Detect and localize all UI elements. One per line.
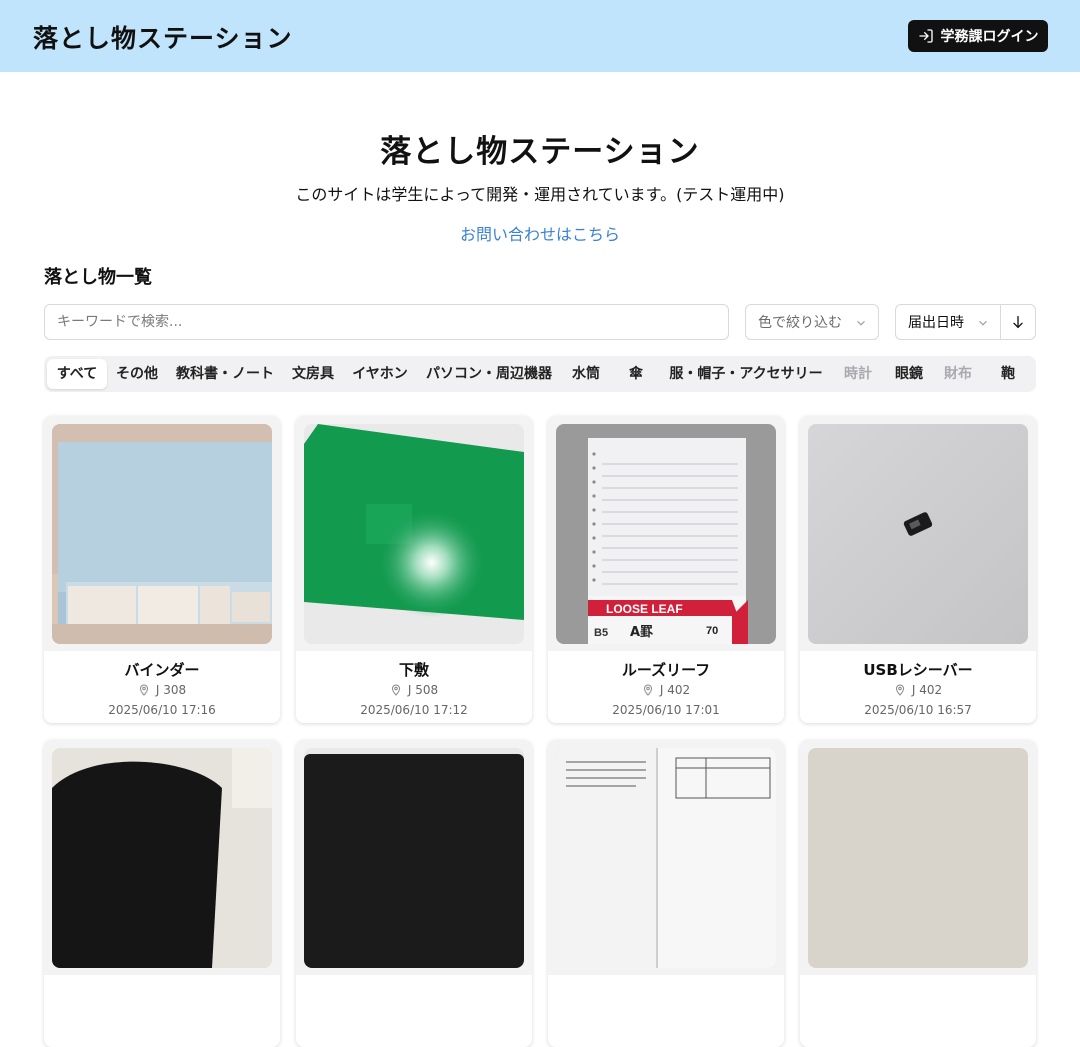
item-name: USBレシーバー <box>863 661 973 679</box>
item-photo-binder <box>52 424 272 644</box>
tab-water-bottle[interactable]: 水筒 <box>561 359 611 389</box>
looseleaf-size-text: B5 <box>594 627 608 639</box>
top-bar: 落とし物ステーション 学務課ログイン <box>0 0 1080 72</box>
item-photo-black-case <box>304 748 524 968</box>
tab-glasses[interactable]: 眼鏡 <box>885 359 933 389</box>
item-location: J 402 <box>911 683 943 697</box>
item-card[interactable]: バインダー J 308 2025/06/10 17:16 <box>44 416 280 723</box>
tab-earphones[interactable]: イヤホン <box>343 359 417 389</box>
tab-bag[interactable]: 鞄 <box>983 359 1033 389</box>
tab-other[interactable]: その他 <box>107 359 167 389</box>
tab-wallet[interactable]: 財布 <box>933 359 983 389</box>
item-name: 下敷 <box>398 661 429 679</box>
page-title: 落とし物ステーション <box>380 134 700 170</box>
item-card[interactable] <box>44 740 280 1047</box>
item-photo-documents <box>556 748 776 968</box>
list-title: 落とし物一覧 <box>44 267 152 288</box>
looseleaf-rule-text: A罫 <box>630 625 653 640</box>
staff-login-button[interactable]: 学務課ログイン <box>908 20 1048 52</box>
item-card[interactable]: USBレシーバー J 402 2025/06/10 16:57 <box>800 416 1036 723</box>
page-subtitle: このサイトは学生によって開発・運用されています。(テスト運用中) <box>295 185 785 204</box>
tab-watch[interactable]: 時計 <box>831 359 885 389</box>
tab-clothing-accessories[interactable]: 服・帽子・アクセサリー <box>661 359 831 389</box>
map-pin-icon <box>139 684 148 696</box>
item-name: ルーズリーフ <box>621 661 711 679</box>
item-photo-usb-receiver <box>808 424 1028 644</box>
item-card[interactable] <box>800 740 1036 1047</box>
item-photo-beige-item <box>808 748 1028 968</box>
item-card[interactable] <box>548 740 784 1047</box>
arrow-down-icon <box>1013 316 1023 329</box>
login-icon <box>918 29 933 43</box>
chevron-down-icon <box>979 320 987 326</box>
item-date: 2025/06/10 17:12 <box>360 703 468 717</box>
map-pin-icon <box>895 684 904 696</box>
color-filter-select[interactable]: 色で絞り込む <box>745 304 879 340</box>
item-photo-black-cloth <box>52 748 272 968</box>
item-date: 2025/06/10 17:16 <box>108 703 216 717</box>
contact-link[interactable]: お問い合わせはこちら <box>0 221 1080 245</box>
tab-stationery[interactable]: 文房具 <box>283 359 343 389</box>
looseleaf-brand-text: LOOSE LEAF <box>606 602 683 616</box>
site-brand[interactable]: 落とし物ステーション <box>33 19 293 55</box>
item-location: J 402 <box>659 683 691 697</box>
sort-direction-button[interactable] <box>1000 304 1036 340</box>
item-photo-looseleaf: LOOSE LEAF B5 A罫 70 <box>556 424 776 644</box>
map-pin-icon <box>391 684 400 696</box>
item-date: 2025/06/10 16:57 <box>864 703 972 717</box>
category-tabs: すべて その他 教科書・ノート 文房具 イヤホン パソコン・周辺機器 水筒 傘 … <box>44 356 1036 392</box>
item-date: 2025/06/10 17:01 <box>612 703 720 717</box>
tab-pc-peripherals[interactable]: パソコン・周辺機器 <box>417 359 561 389</box>
item-location: J 308 <box>155 683 187 697</box>
tab-all[interactable]: すべて <box>47 359 107 389</box>
search-input[interactable] <box>44 304 729 340</box>
staff-login-label: 学務課ログイン <box>940 29 1039 45</box>
tab-textbooks-notes[interactable]: 教科書・ノート <box>167 359 283 389</box>
item-card[interactable]: LOOSE LEAF B5 A罫 70 ルーズリーフ J 402 2025/06… <box>548 416 784 723</box>
sort-label: 届出日時 <box>908 315 964 331</box>
chevron-down-icon <box>857 320 865 326</box>
item-name: バインダー <box>124 661 200 679</box>
looseleaf-count-text: 70 <box>706 625 718 637</box>
item-location: J 508 <box>407 683 439 697</box>
item-card[interactable]: 下敷 J 508 2025/06/10 17:12 <box>296 416 532 723</box>
tab-umbrella[interactable]: 傘 <box>611 359 661 389</box>
color-filter-label: 色で絞り込む <box>758 315 842 331</box>
item-photo-pad <box>304 424 524 644</box>
item-card[interactable] <box>296 740 532 1047</box>
sort-select[interactable]: 届出日時 <box>895 304 1001 340</box>
map-pin-icon <box>643 684 652 696</box>
